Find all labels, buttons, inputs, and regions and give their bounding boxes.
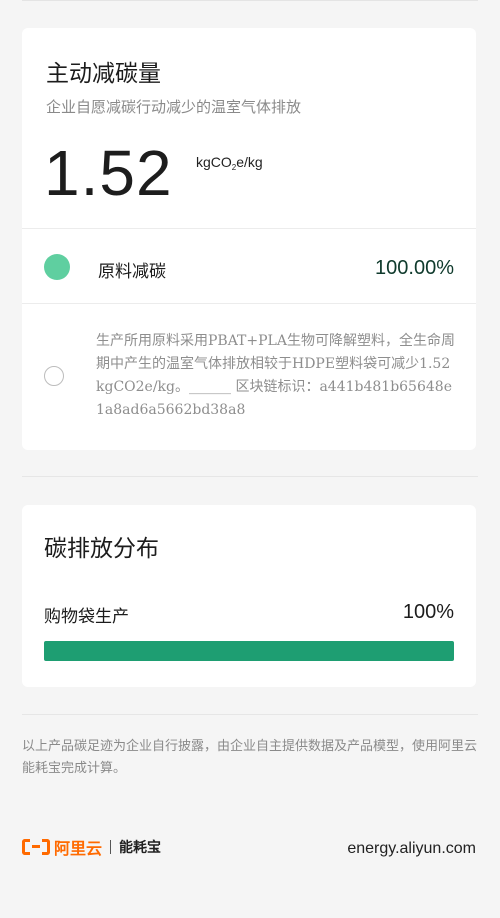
legend-dot	[44, 254, 70, 280]
item-description: 生产所用原料采用PBAT+PLA生物可降解塑料，全生命周期中产生的温室气体排放相…	[96, 333, 455, 418]
reduction-value: 1.52	[44, 137, 173, 209]
site-link[interactable]: energy.aliyun.com	[347, 840, 476, 858]
card-title: 碳排放分布	[44, 536, 159, 562]
divider	[22, 228, 476, 229]
logo-separator	[110, 840, 112, 854]
card-title: 主动减碳量	[46, 61, 161, 87]
footer-divider	[22, 714, 478, 715]
item-percentage: 100.00%	[375, 257, 454, 279]
section-divider	[22, 476, 478, 477]
carbon-reduction-card: 主动减碳量 企业自愿减碳行动减少的温室气体排放 1.52 kgCO2e/kg 原…	[22, 28, 476, 450]
top-divider	[22, 0, 478, 1]
item-label: 原料减碳	[98, 262, 166, 282]
reduction-unit: kgCO2e/kg	[196, 154, 263, 172]
expand-radio[interactable]	[44, 366, 64, 386]
progress-bar	[44, 641, 454, 661]
bar-value: 100%	[402, 601, 454, 623]
aliyun-logo-icon	[22, 839, 50, 855]
bar-label: 购物袋生产	[44, 607, 129, 627]
logo-product-text: 能耗宝	[119, 840, 162, 856]
logo-brand-text: 阿里云	[54, 839, 103, 858]
disclaimer-text: 以上产品碳足迹为企业自行披露，由企业自主提供数据及产品模型，使用阿里云能耗宝完成…	[22, 739, 478, 776]
card-subtitle: 企业自愿减碳行动减少的温室气体排放	[46, 98, 302, 116]
progress-bar-fill	[44, 641, 454, 661]
divider	[22, 303, 476, 304]
emission-distribution-card: 碳排放分布 购物袋生产 100%	[22, 505, 476, 687]
aliyun-logo: 阿里云 能耗宝	[22, 836, 161, 858]
